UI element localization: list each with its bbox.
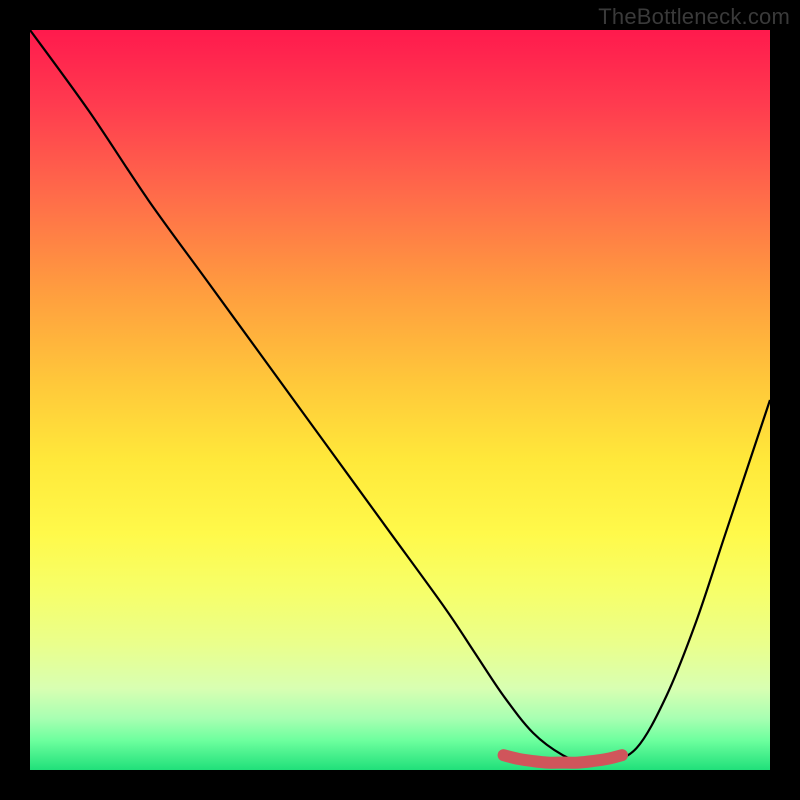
chart-plot-area: [30, 30, 770, 770]
watermark-text: TheBottleneck.com: [598, 4, 790, 30]
chart-frame: TheBottleneck.com: [0, 0, 800, 800]
bottleneck-curve: [30, 30, 770, 764]
chart-svg: [30, 30, 770, 770]
